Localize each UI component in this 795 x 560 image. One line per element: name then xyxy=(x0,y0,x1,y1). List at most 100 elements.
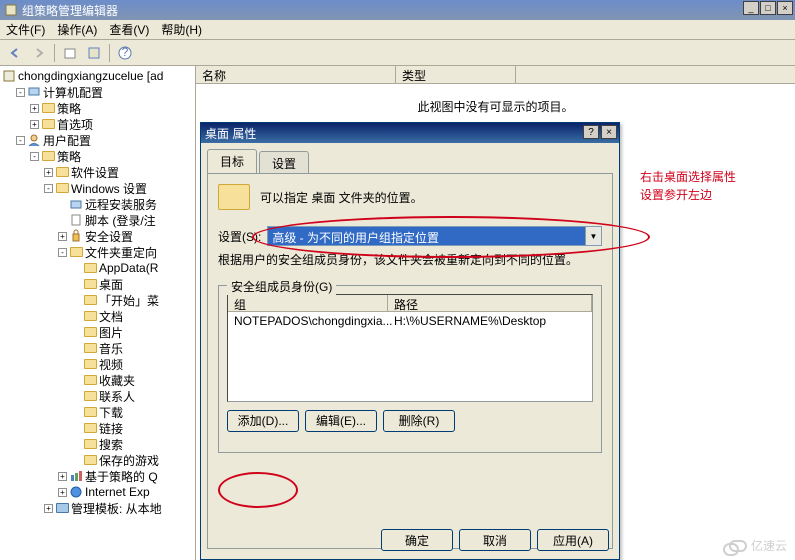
tree-item[interactable]: +策略 xyxy=(2,100,193,116)
tree-label: 链接 xyxy=(99,420,123,437)
tab-target[interactable]: 目标 xyxy=(207,149,257,173)
col-group[interactable]: 组 xyxy=(228,295,388,311)
tree-item[interactable]: 远程安装服务 xyxy=(2,196,193,212)
expand-icon[interactable]: + xyxy=(44,168,53,177)
collapse-icon[interactable]: - xyxy=(16,88,25,97)
menu-action[interactable]: 操作(A) xyxy=(57,21,97,38)
ok-button[interactable]: 确定 xyxy=(381,529,453,551)
tree-item[interactable]: 图片 xyxy=(2,324,193,340)
edit-button[interactable]: 编辑(E)... xyxy=(305,410,377,432)
folder-icon xyxy=(83,309,97,323)
dialog-titlebar[interactable]: 桌面 属性 ? × xyxy=(201,123,619,143)
close-button[interactable]: × xyxy=(777,1,793,15)
tree-label: Windows 设置 xyxy=(71,180,147,197)
combo-value: 高级 - 为不同的用户组指定位置 xyxy=(268,227,585,245)
security-group-box: 安全组成员身份(G) 组 路径 NOTEPADOS\chongdingxia..… xyxy=(218,285,602,453)
tree-desktop[interactable]: 桌面 xyxy=(2,276,193,292)
toolbar-help-button[interactable]: ? xyxy=(114,42,136,64)
listbox-header: 组 路径 xyxy=(228,295,592,312)
tree-label: 远程安装服务 xyxy=(85,196,157,213)
expand-icon[interactable]: + xyxy=(44,504,53,513)
tree-item[interactable]: 搜索 xyxy=(2,436,193,452)
empty-message: 此视图中没有可显示的项目。 xyxy=(196,98,795,115)
collapse-icon[interactable]: - xyxy=(16,136,25,145)
toolbar-action-1[interactable] xyxy=(59,42,81,64)
list-row[interactable]: NOTEPADOS\chongdingxia... H:\%USERNAME%\… xyxy=(228,312,592,330)
setting-combo[interactable]: 高级 - 为不同的用户组指定位置 ▼ xyxy=(267,226,602,246)
collapse-icon[interactable]: - xyxy=(58,248,67,257)
tree-item[interactable]: 下载 xyxy=(2,404,193,420)
tree-user-config[interactable]: -用户配置 xyxy=(2,132,193,148)
chevron-down-icon[interactable]: ▼ xyxy=(585,227,601,245)
tree-item[interactable]: -策略 xyxy=(2,148,193,164)
maximize-button[interactable]: □ xyxy=(760,1,776,15)
add-button[interactable]: 添加(D)... xyxy=(227,410,299,432)
tree-item[interactable]: 「开始」菜 xyxy=(2,292,193,308)
members-listbox[interactable]: 组 路径 NOTEPADOS\chongdingxia... H:\%USERN… xyxy=(227,294,593,402)
tree-root[interactable]: chongdingxiangzucelue [ad xyxy=(2,68,193,84)
cancel-button[interactable]: 取消 xyxy=(459,529,531,551)
tab-settings[interactable]: 设置 xyxy=(259,151,309,175)
expand-icon[interactable]: + xyxy=(30,104,39,113)
menu-help[interactable]: 帮助(H) xyxy=(161,21,202,38)
expand-icon[interactable]: + xyxy=(58,472,67,481)
user-icon xyxy=(27,133,41,147)
tree-label: 保存的游戏 xyxy=(99,452,159,469)
toolbar-sep xyxy=(54,44,55,62)
tree-item[interactable]: 收藏夹 xyxy=(2,372,193,388)
menu-file[interactable]: 文件(F) xyxy=(6,21,45,38)
col-type[interactable]: 类型 xyxy=(396,66,516,83)
col-path[interactable]: 路径 xyxy=(388,295,592,311)
tree-item[interactable]: +基于策略的 Q xyxy=(2,468,193,484)
setting-note: 根据用户的安全组成员身份，该文件夹会被重新定向到不同的位置。 xyxy=(218,252,602,269)
remove-button[interactable]: 删除(R) xyxy=(383,410,455,432)
toolbar: ? xyxy=(0,40,795,66)
tree-item[interactable]: 音乐 xyxy=(2,340,193,356)
folder-icon xyxy=(41,101,55,115)
tree-item[interactable]: 视频 xyxy=(2,356,193,372)
tree-item[interactable]: 保存的游戏 xyxy=(2,452,193,468)
expand-icon[interactable]: + xyxy=(58,232,67,241)
col-name[interactable]: 名称 xyxy=(196,66,396,83)
cell-path: H:\%USERNAME%\Desktop xyxy=(388,313,592,329)
tree-item[interactable]: - Windows 设置 xyxy=(2,180,193,196)
tree-label: 音乐 xyxy=(99,340,123,357)
menu-view[interactable]: 查看(V) xyxy=(109,21,149,38)
back-button[interactable] xyxy=(4,42,26,64)
apply-button[interactable]: 应用(A) xyxy=(537,529,609,551)
security-icon xyxy=(69,229,83,243)
collapse-icon[interactable]: - xyxy=(30,152,39,161)
minimize-button[interactable]: _ xyxy=(743,1,759,15)
tree-item[interactable]: + 首选项 xyxy=(2,116,193,132)
dialog-help-button[interactable]: ? xyxy=(583,125,599,139)
admin-templates-icon xyxy=(55,501,69,515)
folder-redirect-icon xyxy=(69,245,83,259)
tree-item[interactable]: +软件设置 xyxy=(2,164,193,180)
tree-item[interactable]: 脚本 (登录/注 xyxy=(2,212,193,228)
tree-folder-redirect[interactable]: -文件夹重定向 xyxy=(2,244,193,260)
expand-icon[interactable]: + xyxy=(58,488,67,497)
toolbar-action-2[interactable] xyxy=(83,42,105,64)
collapse-icon[interactable]: - xyxy=(44,184,53,193)
cell-group: NOTEPADOS\chongdingxia... xyxy=(228,313,388,329)
folder-icon xyxy=(41,149,55,163)
tree-item[interactable]: 联系人 xyxy=(2,388,193,404)
properties-dialog: 桌面 属性 ? × 目标 设置 可以指定 桌面 文件夹的位置。 设置(S): 高… xyxy=(200,122,620,560)
tree-label: 首选项 xyxy=(57,116,93,133)
tree-item[interactable]: +管理模板: 从本地 xyxy=(2,500,193,516)
forward-button[interactable] xyxy=(28,42,50,64)
large-folder-icon xyxy=(218,184,250,210)
app-icon xyxy=(4,3,18,17)
tree-computer-config[interactable]: -计算机配置 xyxy=(2,84,193,100)
dialog-close-button[interactable]: × xyxy=(601,125,617,139)
tree-item[interactable]: +安全设置 xyxy=(2,228,193,244)
expand-icon[interactable]: + xyxy=(30,120,39,129)
tree-item[interactable]: AppData(R xyxy=(2,260,193,276)
cloud-icon xyxy=(729,540,747,552)
tree-label: 文档 xyxy=(99,308,123,325)
tree-pane[interactable]: chongdingxiangzucelue [ad -计算机配置 +策略 + 首选… xyxy=(0,66,196,560)
folder-icon xyxy=(83,405,97,419)
tree-item[interactable]: +Internet Exp xyxy=(2,484,193,500)
tree-item[interactable]: 文档 xyxy=(2,308,193,324)
tree-item[interactable]: 链接 xyxy=(2,420,193,436)
